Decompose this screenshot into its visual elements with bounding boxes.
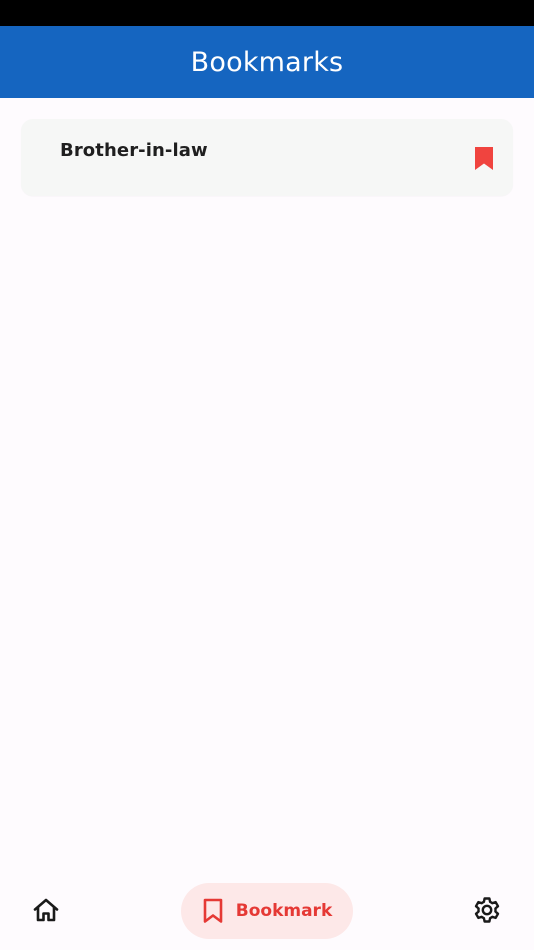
nav-bookmark-button[interactable]: Bookmark [181, 883, 353, 939]
bookmark-item-title: Brother-in-law [60, 140, 208, 161]
status-bar [0, 0, 534, 26]
bookmark-outline-icon [202, 898, 224, 924]
nav-bookmark-label: Bookmark [235, 901, 333, 921]
bookmark-filled-icon [474, 146, 494, 171]
nav-settings-button[interactable] [467, 890, 507, 930]
page-title: Bookmarks [190, 46, 344, 78]
app-bar: Bookmarks [0, 26, 534, 98]
bookmark-toggle-button[interactable] [467, 139, 501, 177]
bottom-navigation: Bookmark [0, 870, 534, 950]
bookmark-item[interactable]: Brother-in-law [21, 119, 513, 196]
home-icon [33, 898, 59, 922]
nav-home-button[interactable] [26, 890, 66, 930]
gear-icon [473, 896, 501, 924]
